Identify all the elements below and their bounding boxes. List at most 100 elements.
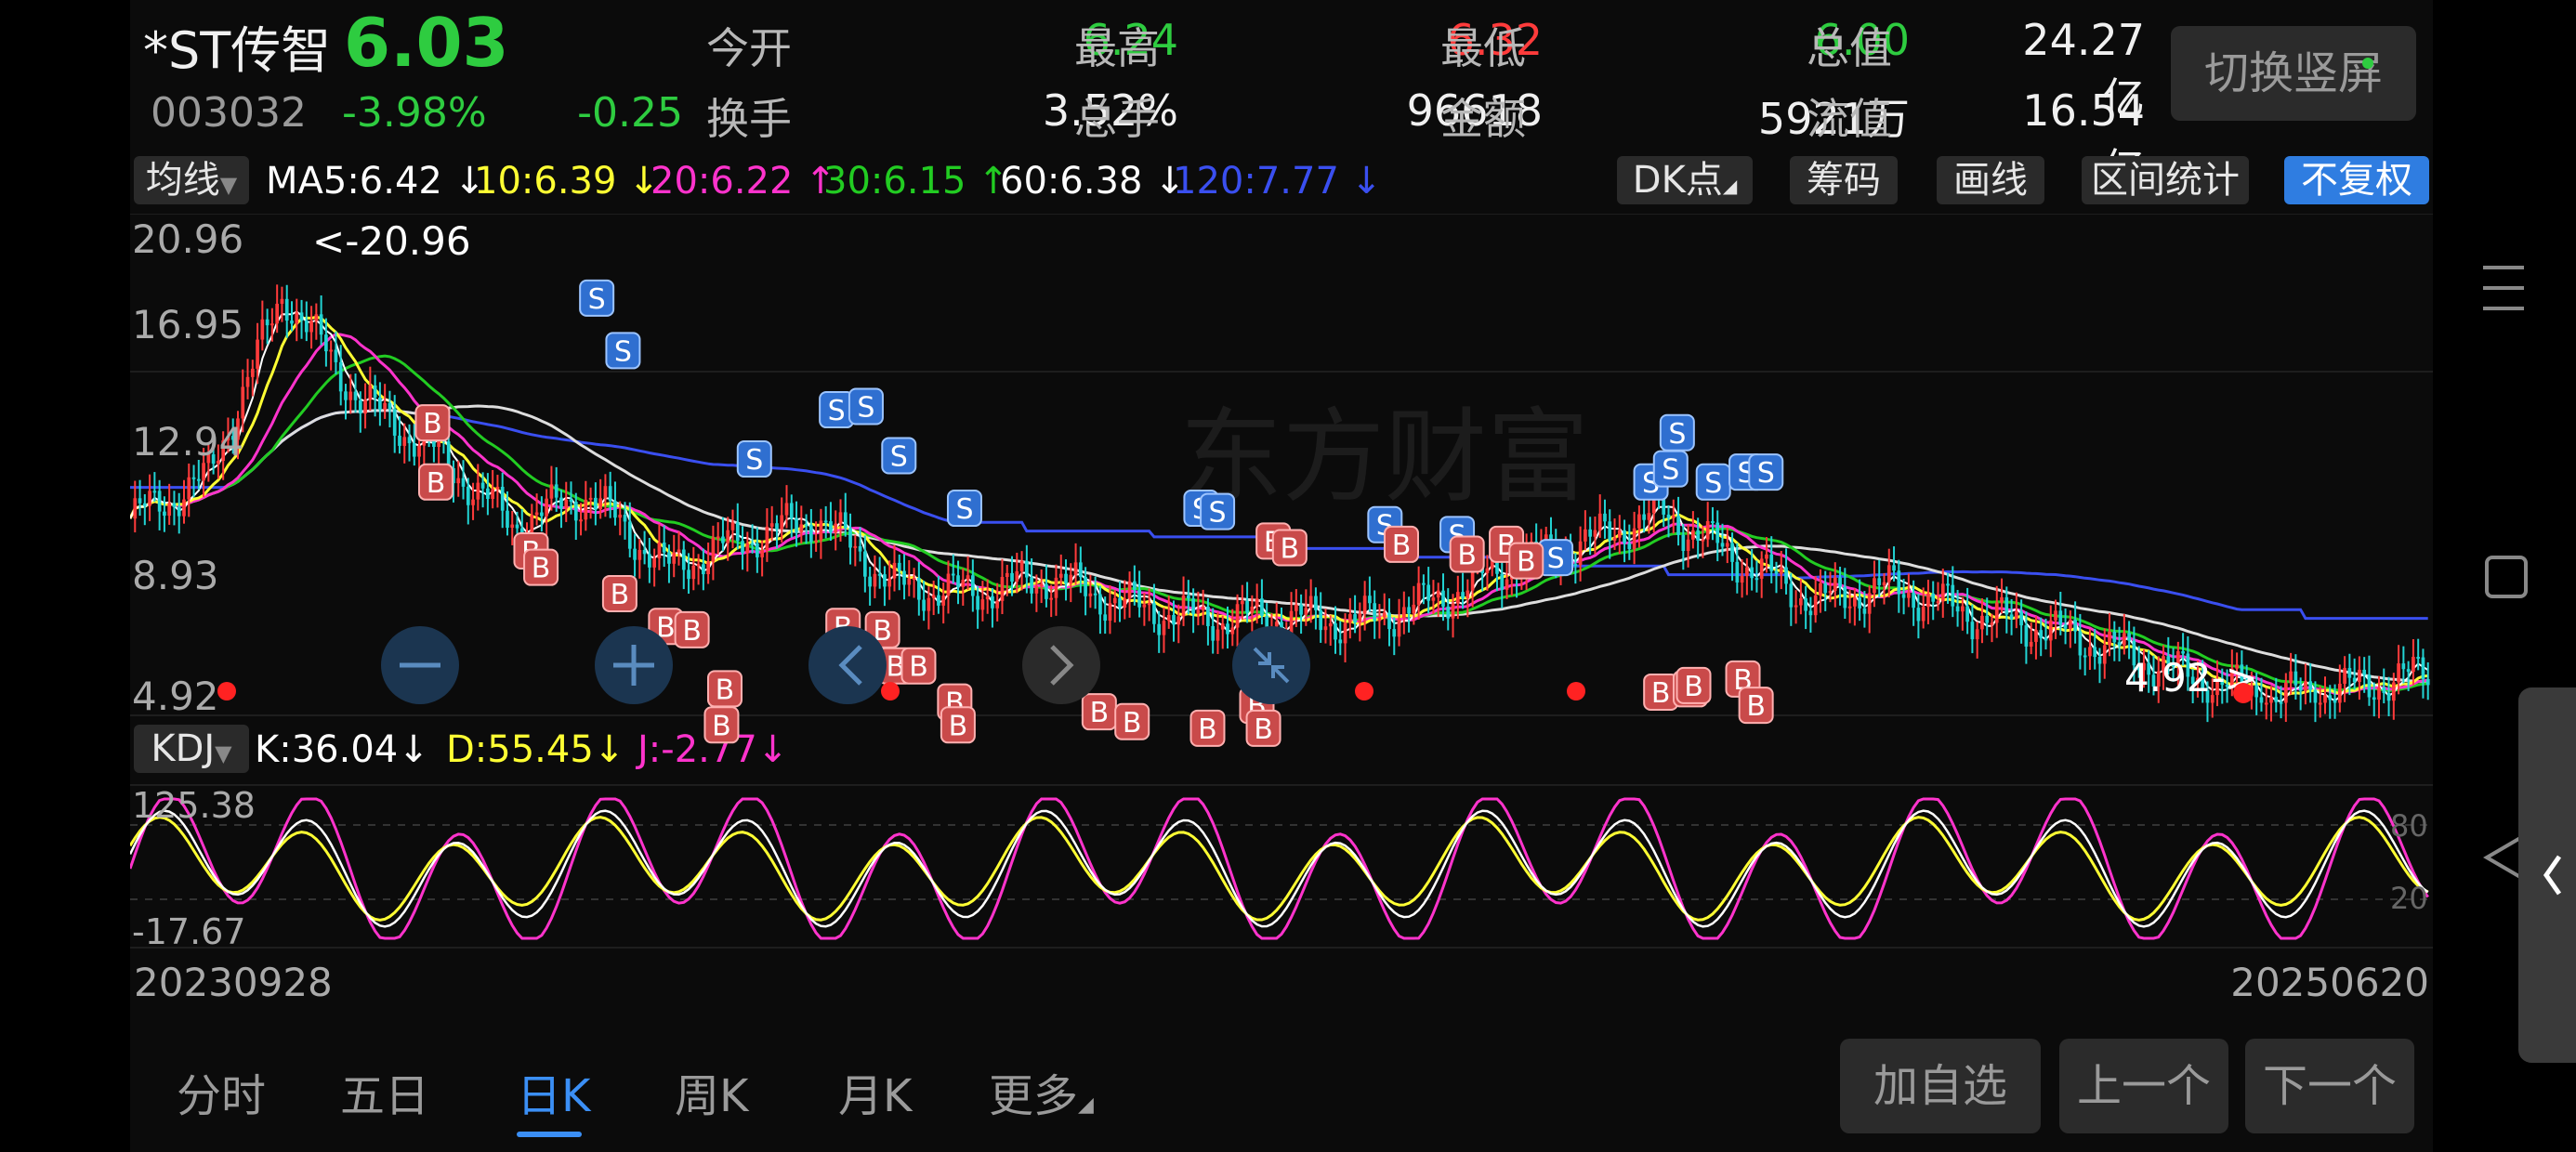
candle-body bbox=[721, 536, 725, 543]
buy-signal[interactable]: B bbox=[706, 670, 743, 708]
buy-signal-letter: B bbox=[716, 674, 735, 706]
sell-signal[interactable]: S bbox=[736, 440, 772, 478]
current-price: 6.03 bbox=[344, 4, 509, 82]
kdj-axis-20: 20 bbox=[2390, 881, 2428, 916]
candle-body bbox=[1750, 567, 1754, 579]
switch-portrait-button[interactable]: 切换竖屏 bbox=[2171, 26, 2416, 121]
buy-signal[interactable]: B bbox=[1738, 687, 1774, 725]
candle-body bbox=[2328, 695, 2333, 700]
tab-daily-k[interactable]: 日K bbox=[517, 1059, 590, 1137]
sell-signal[interactable]: S bbox=[819, 391, 855, 429]
sell-signal[interactable]: S bbox=[848, 387, 884, 425]
sell-signal[interactable]: S bbox=[1659, 413, 1695, 452]
sell-signal[interactable]: S bbox=[1695, 463, 1731, 501]
candle-body bbox=[2401, 663, 2406, 670]
sell-signal[interactable]: S bbox=[579, 279, 615, 317]
menu-icon[interactable] bbox=[2483, 266, 2524, 310]
buy-signal[interactable]: B bbox=[940, 706, 976, 744]
sell-signal[interactable]: S bbox=[605, 332, 641, 370]
candle-body bbox=[1392, 629, 1397, 637]
candle-body bbox=[985, 596, 990, 600]
kline-chart[interactable]: 东方财富 SSSSSSSSSSSSSSSSSSBBBBBBBBBBBBBBBBB… bbox=[130, 214, 2433, 1031]
sell-signal[interactable]: S bbox=[1200, 492, 1236, 530]
zoom-out-button[interactable] bbox=[381, 626, 459, 704]
add-watchlist-button[interactable]: 加自选 bbox=[1840, 1039, 2041, 1133]
kdj-lines bbox=[130, 797, 2429, 940]
buy-signal[interactable]: B bbox=[523, 548, 559, 586]
range-stats-button[interactable]: 区间统计 bbox=[2082, 156, 2249, 204]
no-adjust-button[interactable]: 不复权 bbox=[2284, 156, 2429, 204]
buy-signal[interactable]: B bbox=[414, 404, 451, 442]
candle-body bbox=[1828, 591, 1833, 594]
sell-signal[interactable]: S bbox=[1748, 453, 1784, 491]
buy-signal[interactable]: B bbox=[1189, 709, 1226, 747]
candle-body bbox=[868, 576, 872, 587]
candle-body bbox=[2382, 687, 2386, 693]
candle-body bbox=[2337, 683, 2342, 703]
buy-signal[interactable]: B bbox=[703, 706, 740, 744]
candle-body bbox=[1323, 626, 1328, 631]
sell-signal[interactable]: S bbox=[946, 490, 982, 528]
candle-body bbox=[976, 596, 979, 610]
buy-signal[interactable]: B bbox=[1114, 702, 1150, 740]
sell-signal[interactable]: S bbox=[1652, 450, 1689, 488]
candle-body bbox=[941, 596, 946, 606]
buy-signal[interactable]: B bbox=[1271, 529, 1308, 567]
buy-signal[interactable]: B bbox=[900, 647, 937, 685]
buy-signal[interactable]: B bbox=[1676, 666, 1712, 704]
candle-body bbox=[1735, 561, 1740, 583]
tab-monthly-k[interactable]: 月K bbox=[838, 1059, 912, 1124]
buy-signal[interactable]: B bbox=[1508, 542, 1544, 580]
candle-body bbox=[148, 491, 151, 506]
scroll-right-button[interactable] bbox=[1022, 626, 1100, 704]
candle-body bbox=[1112, 597, 1117, 604]
buy-signal[interactable]: B bbox=[601, 574, 637, 612]
home-square-icon[interactable] bbox=[2485, 556, 2528, 598]
buy-signal[interactable]: B bbox=[1081, 693, 1117, 731]
tab-five-day[interactable]: 五日 bbox=[340, 1059, 429, 1124]
corner-arrow-icon: ◢ bbox=[1078, 1093, 1094, 1117]
candle-body bbox=[1970, 622, 1975, 640]
tab-intraday[interactable]: 分时 bbox=[177, 1059, 266, 1124]
candle-body bbox=[1054, 577, 1058, 598]
candle-body bbox=[980, 599, 985, 610]
draw-line-button[interactable]: 画线 bbox=[1937, 156, 2044, 204]
buy-signal[interactable]: B bbox=[417, 463, 453, 501]
tab-weekly-k[interactable]: 周K bbox=[675, 1059, 748, 1124]
candle-body bbox=[1260, 598, 1264, 616]
kdj-panel: 125.38 -17.67 80 20 bbox=[130, 784, 2433, 952]
candle-body bbox=[1804, 598, 1807, 611]
candle-body bbox=[2274, 697, 2279, 702]
candle-body bbox=[1255, 598, 1259, 608]
buy-signal-letter: B bbox=[423, 408, 442, 440]
side-drawer-handle[interactable] bbox=[2518, 687, 2576, 1063]
dk-point-button[interactable]: DK点◢ bbox=[1617, 156, 1753, 204]
next-stock-button[interactable]: 下一个 bbox=[2245, 1039, 2414, 1133]
candle-body bbox=[951, 573, 955, 576]
change-percent: -3.98% bbox=[342, 89, 487, 137]
buy-signal[interactable]: B bbox=[1245, 709, 1281, 747]
candle-body bbox=[1936, 601, 1940, 604]
candle-body bbox=[1823, 583, 1828, 594]
zoom-in-button[interactable] bbox=[595, 626, 673, 704]
candle-body bbox=[275, 303, 280, 324]
sell-signal[interactable]: S bbox=[881, 437, 917, 475]
buy-signal[interactable]: B bbox=[1643, 673, 1679, 711]
reset-zoom-button[interactable] bbox=[1232, 626, 1310, 704]
candle-body bbox=[1867, 593, 1872, 614]
chip-distribution-button[interactable]: 筹码 bbox=[1790, 156, 1898, 204]
candle-body bbox=[1015, 570, 1019, 582]
tab-more[interactable]: 更多◢ bbox=[989, 1059, 1094, 1124]
buy-signal[interactable]: B bbox=[674, 610, 710, 648]
buy-signal-letter: B bbox=[1684, 671, 1703, 703]
buy-signal[interactable]: B bbox=[1383, 525, 1419, 563]
ma-dropdown[interactable]: 均线▼ bbox=[134, 156, 249, 204]
buy-signal[interactable]: B bbox=[1449, 535, 1485, 573]
previous-stock-button[interactable]: 上一个 bbox=[2059, 1039, 2228, 1133]
sell-signal[interactable]: S bbox=[1538, 539, 1574, 577]
candle-body bbox=[334, 349, 338, 362]
scroll-left-button[interactable] bbox=[808, 626, 887, 704]
candle-body bbox=[1132, 581, 1137, 590]
candle-body bbox=[1201, 606, 1205, 610]
candle-body bbox=[1485, 568, 1490, 573]
